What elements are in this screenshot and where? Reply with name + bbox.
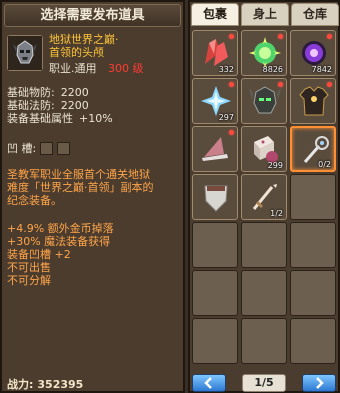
socket-row: 凹 槽: [7,142,71,155]
inventory-slot[interactable]: 297 [192,78,238,124]
shield-icon [204,185,228,212]
prev-page-button[interactable] [192,373,226,392]
item-detail-panel: 选择需要发布道具 地狱世界之巅· 首领的头颅 职业.通用 300 级 基础物防:… [0,0,185,393]
pagination: 1/5 [192,373,338,392]
socket-slot [40,142,54,155]
item-count: 299 [267,161,283,170]
item-count: 8826 [262,65,283,74]
empty-slot[interactable] [192,270,238,316]
empty-slot[interactable] [290,222,336,268]
inventory-slot[interactable]: 1/2 [241,174,287,220]
stat-row: 装备基础属性 +10% [7,112,113,125]
inventory-slot[interactable] [241,78,287,124]
selected-item-icon [7,35,43,71]
empty-slot[interactable] [290,174,336,220]
inventory-slot[interactable] [290,78,336,124]
new-badge [278,82,283,87]
power-value: 352395 [37,378,84,391]
new-badge [327,34,332,39]
green-helm-icon [249,86,281,114]
item-stats: 基础物防: 2200 基础法防: 2200 装备基础属性 +10% [7,86,113,125]
panel-title: 选择需要发布道具 [4,4,181,27]
inventory-slot[interactable]: 332 [192,30,238,76]
new-badge [278,34,283,39]
next-page-button[interactable] [302,373,336,392]
empty-slot[interactable] [192,318,238,364]
new-badge [229,34,234,39]
empty-slot[interactable] [241,318,287,364]
item-count: 7842 [311,65,332,74]
item-name: 地狱世界之巅· 首领的头颅 [49,33,119,59]
power-label: 战力: [7,378,34,391]
inventory-slot[interactable] [192,126,238,172]
skull-helm-icon [8,36,42,70]
socket-slot [57,142,71,155]
stat-row: 基础法防: 2200 [7,99,89,112]
tab-bag[interactable]: 包裹 [191,3,239,26]
item-count: 297 [218,113,234,122]
inventory-slot[interactable]: 299 [241,126,287,172]
empty-slot[interactable] [290,318,336,364]
item-count: 332 [218,65,234,74]
chevron-right-icon [316,376,324,389]
empty-slot[interactable] [241,270,287,316]
tab-warehouse[interactable]: 仓库 [291,3,339,26]
item-effects: +4.9% 额外金币掉落 +30% 魔法装备获得 装备凹槽 +2 不可出售 不可… [7,222,114,287]
item-class-level: 职业.通用 300 级 [49,62,181,75]
inventory-grid: 332 8826 7842 297 299 0/2 1/2 [192,30,338,370]
chevron-left-icon [204,376,212,389]
new-badge [229,130,234,135]
empty-slot[interactable] [290,270,336,316]
empty-slot[interactable] [192,222,238,268]
inventory-slot[interactable] [192,174,238,220]
tab-equipped[interactable]: 身上 [241,3,289,26]
inventory-slot[interactable]: 7842 [290,30,336,76]
inventory-panel: 包裹 身上 仓库 332 8826 7842 297 299 0/2 1/2 1… [188,0,340,393]
new-badge [229,82,234,87]
inventory-tabs: 包裹 身上 仓库 [191,3,339,26]
armor-icon [299,86,329,116]
power-display: 战力: 352395 [7,376,83,392]
inventory-slot[interactable]: 8826 [241,30,287,76]
page-indicator: 1/5 [242,373,286,392]
item-class: 职业.通用 [49,62,97,75]
magic-hat-icon [202,137,228,161]
socket-label: 凹 槽: [7,142,37,155]
empty-slot[interactable] [241,222,287,268]
item-count: 0/2 [318,160,331,169]
new-badge [327,82,332,87]
inventory-slot-selected[interactable]: 0/2 [290,126,336,172]
item-level: 300 级 [108,62,144,75]
item-count: 1/2 [270,209,283,218]
item-description: 圣教军职业全服首个通关地狱 难度「世界之巅·首领」副本的 纪念装备。 [7,168,154,207]
stat-row: 基础物防: 2200 [7,86,89,99]
